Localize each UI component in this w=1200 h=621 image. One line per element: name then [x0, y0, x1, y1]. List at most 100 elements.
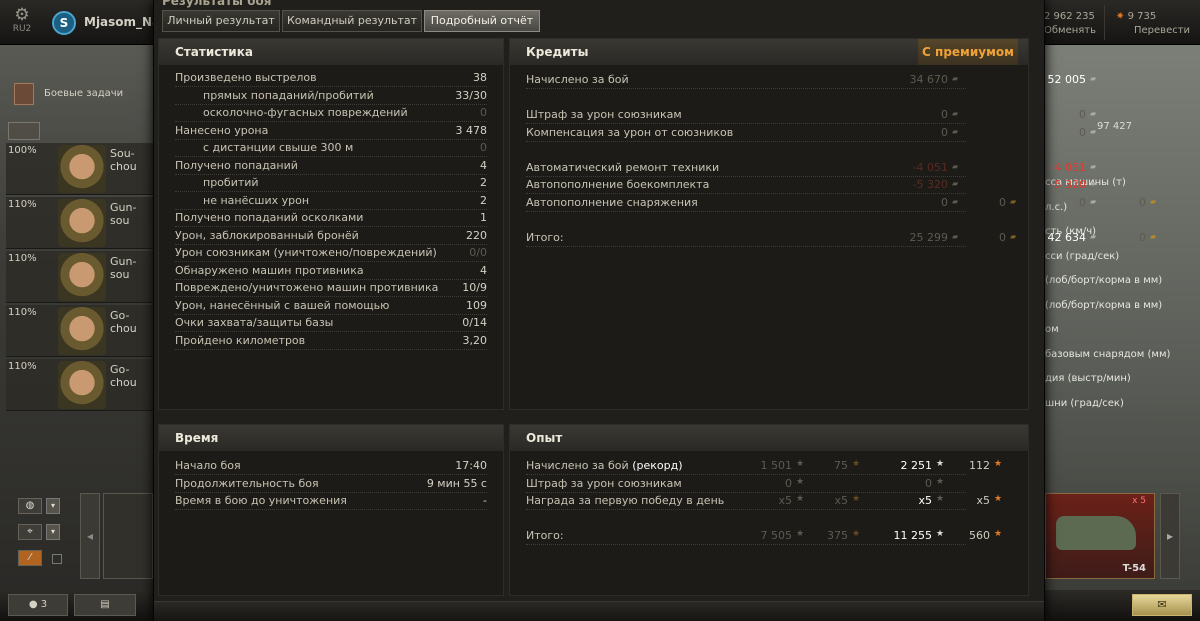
stat-value: 3 478 — [455, 123, 488, 137]
credits-base-value: -5 320 — [912, 178, 948, 191]
credits-icon: ▰ — [1090, 109, 1097, 118]
star-icon: ★ — [796, 476, 805, 487]
credits-icon: ▰ — [1090, 126, 1097, 136]
transfer-link[interactable]: Перевести — [1116, 24, 1190, 38]
credits-icon: ▰ — [952, 179, 959, 188]
stat-value: 109 — [466, 298, 487, 312]
crew-portrait — [58, 307, 106, 355]
battle-tasks-button[interactable]: Боевые задачи — [8, 80, 148, 108]
crew-skill-percent: 110% — [8, 199, 37, 210]
dotted-divider — [175, 348, 487, 350]
crew-rank: Go-chou — [110, 363, 137, 389]
stat-value: 220 — [466, 228, 487, 242]
star-icon: ★ — [936, 476, 945, 487]
stat-label: Обнаружено машин противника — [175, 263, 364, 277]
tab-personal[interactable]: Личный результат — [162, 10, 280, 32]
vehicle-param-label: дия (выстр/мин) — [1045, 373, 1131, 384]
filter-icon[interactable]: ⌖ — [18, 524, 42, 540]
stat-label: пробитий — [203, 176, 259, 189]
credits-icon: ▰ — [952, 109, 959, 118]
crew-member[interactable]: 110% Gun-sou — [6, 197, 154, 249]
notifications-button[interactable]: ✉ — [1132, 594, 1192, 616]
tank-card-t54[interactable]: x 5 T-54 — [1045, 493, 1155, 579]
crew-member[interactable]: 100% Sou-chou — [6, 143, 154, 195]
stat-value: 4 — [480, 158, 487, 172]
server-label: RU2 — [12, 24, 32, 34]
stat-value: 10/9 — [462, 281, 487, 294]
exp-base-value: 7 505 — [760, 529, 793, 542]
crew-member[interactable]: 110% Go-chou — [6, 305, 154, 357]
exp-premium-value: 11 255 — [893, 529, 933, 542]
free-exp-icon: ★ — [994, 459, 1003, 469]
credits-amount: 2 962 235 — [1044, 11, 1095, 22]
player-nickname[interactable]: Mjasom_Nar — [84, 15, 154, 29]
stat-value: 38 — [473, 71, 487, 84]
gold-base-value: 0 — [999, 230, 1006, 244]
free-exp-base-value: 375 — [827, 529, 848, 542]
credits-header: Кредиты С премиумом — [510, 39, 1028, 65]
credits-panel: Кредиты С премиумом Начислено за бой 34 6… — [509, 38, 1156, 410]
chevron-down-icon[interactable]: ▾ — [46, 498, 60, 514]
credit-label: Автоматический ремонт техники — [526, 160, 720, 174]
window-title: Результаты боя — [162, 0, 272, 8]
stat-value: 1 — [480, 211, 487, 224]
stat-value: 3,20 — [462, 333, 488, 347]
battle-tasks-label: Боевые задачи — [44, 88, 124, 99]
vehicle-param-label: (лоб/борт/корма в мм) — [1045, 275, 1163, 286]
dotted-divider — [175, 226, 487, 227]
time-value: - — [483, 494, 487, 507]
stat-label: Нанесено урона — [175, 123, 269, 137]
dotted-divider — [175, 86, 487, 87]
divider — [1104, 5, 1105, 40]
stat-label: прямых попаданий/пробитий — [203, 88, 374, 102]
ammo-icon[interactable]: ⁄ — [18, 550, 42, 566]
star-icon: ★ — [936, 529, 945, 539]
gold-block[interactable]: ✷ 9 735 Перевести — [1116, 10, 1190, 38]
checkbox[interactable] — [52, 554, 62, 564]
tab-detailed[interactable]: Подробный отчёт — [424, 10, 540, 32]
exp-base-value: 0 — [785, 476, 792, 490]
crew-rank: Sou-chou — [110, 147, 137, 173]
tab-team[interactable]: Командный результат — [282, 10, 422, 32]
tank-card-prev[interactable] — [103, 493, 153, 579]
message-icon: ✉ — [1157, 598, 1167, 611]
crew-member[interactable]: 110% Go-chou — [6, 359, 154, 411]
exp-label: Награда за первую победу в день — [526, 494, 724, 507]
dotted-divider — [175, 278, 487, 280]
free-exp-premium-value: 112 — [969, 459, 990, 472]
dotted-divider — [526, 544, 966, 545]
credits-icon: ▰ — [952, 126, 959, 136]
dotted-divider — [526, 245, 966, 247]
credits-block[interactable]: 2 962 235 Обменять — [1044, 10, 1096, 38]
gear-icon: ⚙ — [14, 5, 30, 25]
crew-member[interactable]: 110% Gun-sou — [6, 251, 154, 303]
server-menu-button[interactable]: ⚙ RU2 — [6, 6, 38, 42]
credits-premium-value: 0 — [1079, 195, 1086, 209]
clan-emblem[interactable]: S — [52, 11, 76, 35]
exchange-link[interactable]: Обменять — [1044, 24, 1096, 38]
globe-icon[interactable]: ◍ — [18, 498, 42, 514]
time-label: Начало боя — [175, 459, 241, 472]
carousel-right-arrow[interactable]: ▸ — [1160, 493, 1180, 579]
free-exp-icon: ★ — [852, 494, 861, 504]
xp-multiplier-badge: x 5 — [1132, 496, 1146, 506]
free-exp-premium-value: x5 — [976, 494, 990, 507]
free-exp-premium-value: 560 — [969, 529, 990, 542]
exp-label: Штраф за урон союзникам — [526, 477, 682, 490]
chevron-down-icon[interactable]: ▾ — [46, 524, 60, 540]
channels-button[interactable]: ▤ — [74, 594, 136, 616]
credits-premium-value: 42 634 — [1047, 230, 1087, 244]
exp-label-text: Начислено за бой — [526, 459, 629, 472]
credits-icon: ▰ — [952, 231, 959, 241]
tank-image — [1056, 516, 1136, 550]
record-label: (рекорд) — [632, 459, 683, 472]
contacts-button[interactable]: ● 3 — [8, 594, 68, 616]
experience-panel: Опыт Начислено за бой (рекорд) 1 501 ★ 75 ★ 2… — [509, 424, 1029, 596]
crew-skill-percent: 110% — [8, 253, 37, 264]
time-label: Время в бою до уничтожения — [175, 494, 347, 507]
credit-label: Итого: — [526, 230, 564, 244]
free-exp-icon: ★ — [994, 494, 1003, 504]
crew-filter-button[interactable] — [8, 122, 40, 140]
carousel-left-arrow[interactable]: ◂ — [80, 493, 100, 579]
credits-icon: ▰ — [1090, 161, 1097, 171]
